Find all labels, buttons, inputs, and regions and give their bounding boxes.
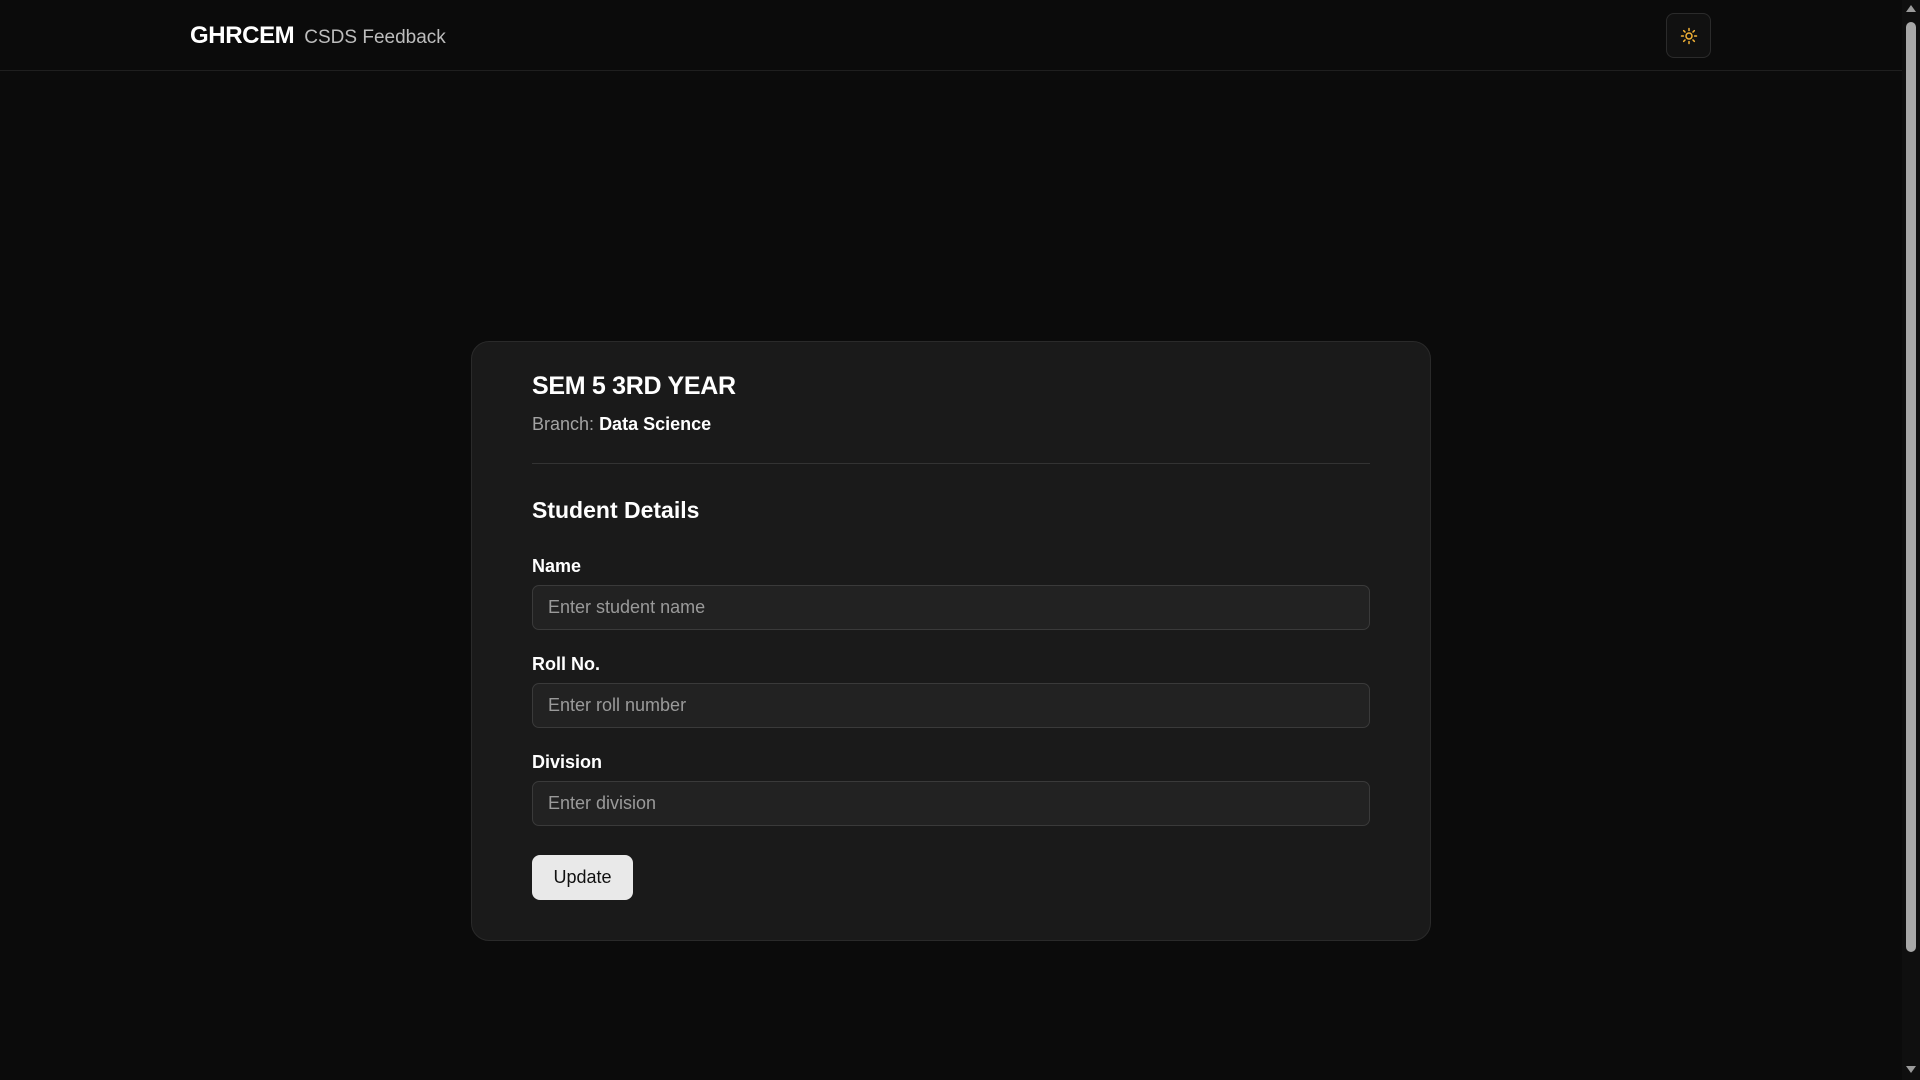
name-label: Name	[532, 556, 582, 576]
vertical-scrollbar[interactable]	[1902, 0, 1920, 1080]
name-field-group: Name	[532, 556, 1370, 630]
scroll-down-arrow-icon[interactable]	[1906, 1066, 1916, 1073]
top-header: GHRCEM CSDS Feedback	[0, 0, 1902, 71]
brand-subtitle: CSDS Feedback	[304, 27, 446, 48]
roll-label: Roll No.	[532, 654, 600, 674]
divider	[532, 463, 1370, 464]
division-label: Division	[532, 752, 603, 772]
semester-title: SEM 5 3RD YEAR	[532, 372, 736, 400]
sun-icon	[1680, 27, 1697, 44]
section-title: Student Details	[532, 497, 700, 523]
student-details-card: SEM 5 3RD YEAR Branch: Data Science Stud…	[471, 341, 1431, 941]
branch-label: Branch:	[532, 414, 595, 434]
card-content: SEM 5 3RD YEAR Branch: Data Science Stud…	[532, 372, 1370, 900]
theme-toggle-button[interactable]	[1666, 13, 1711, 58]
scrollbar-thumb[interactable]	[1906, 22, 1916, 952]
name-input[interactable]	[532, 585, 1370, 630]
brand-name: GHRCEM	[190, 22, 295, 49]
app-viewport: GHRCEM CSDS Feedback SEM 5 3RD YEAR Bran…	[0, 0, 1920, 1080]
brand[interactable]: GHRCEM CSDS Feedback	[190, 22, 446, 50]
roll-number-input[interactable]	[532, 683, 1370, 728]
branch-value: Data Science	[599, 414, 712, 434]
scroll-up-arrow-icon[interactable]	[1906, 5, 1916, 12]
branch-line: Branch: Data Science	[532, 414, 1370, 435]
update-button[interactable]: Update	[532, 855, 633, 900]
roll-field-group: Roll No.	[532, 654, 1370, 728]
division-field-group: Division	[532, 752, 1370, 826]
division-input[interactable]	[532, 781, 1370, 826]
